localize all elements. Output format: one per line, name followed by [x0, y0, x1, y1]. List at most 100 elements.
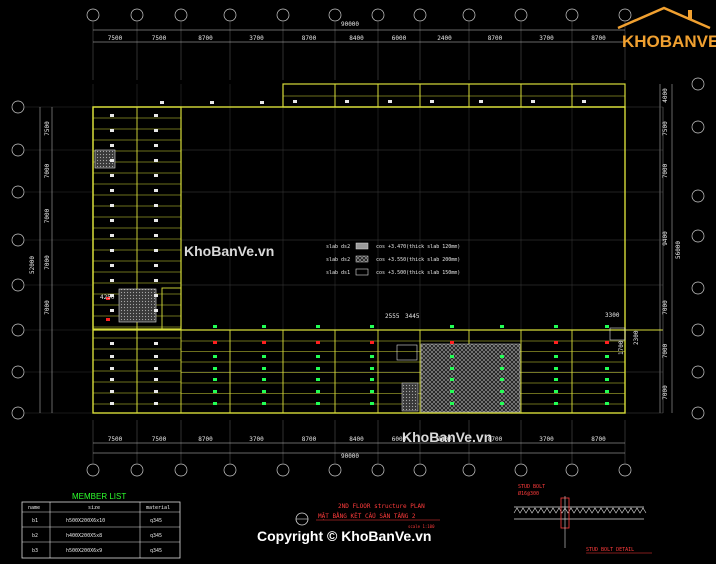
green-tag — [450, 402, 454, 405]
tag — [110, 378, 114, 381]
top-span-text: 8700 — [488, 35, 503, 42]
row3-material: q345 — [150, 548, 162, 554]
bottom-span-text: 7500 — [152, 436, 167, 443]
top-span-text: 7500 — [108, 35, 123, 42]
green-tag — [605, 378, 609, 381]
left-span-text: 7000 — [44, 255, 51, 270]
green-tag — [262, 325, 266, 328]
green-tag — [500, 355, 504, 358]
top-span-text: 6000 — [392, 35, 407, 42]
green-tag — [605, 402, 609, 405]
top-left-tag — [210, 101, 214, 104]
left-tag — [110, 174, 114, 177]
left-span-text: 7000 — [44, 163, 51, 178]
left-tag — [110, 249, 114, 252]
left-tag — [110, 309, 114, 312]
left-tag — [154, 309, 158, 312]
red-tag — [213, 341, 217, 344]
watermark-top: KhoBanVe.vn — [184, 243, 274, 259]
legend-text-1: cos +3.470(thick slab 120mm) — [376, 244, 460, 250]
left-tag — [110, 204, 114, 207]
slab-patch-3 — [401, 382, 419, 412]
top-span-text: 8400 — [349, 35, 364, 42]
green-tag — [370, 367, 374, 370]
red-tag — [605, 341, 609, 344]
top-span-text: 3700 — [539, 35, 554, 42]
top-total-dimension: 90000 — [341, 21, 359, 28]
left-tag — [110, 219, 114, 222]
red-tag — [106, 318, 110, 321]
green-tag — [262, 390, 266, 393]
green-tag — [605, 390, 609, 393]
green-tag — [450, 390, 454, 393]
tag — [154, 355, 158, 358]
top-tag — [531, 100, 535, 103]
green-tag — [316, 355, 320, 358]
top-span-text: 8700 — [302, 35, 317, 42]
slab-patch-2 — [118, 288, 157, 323]
bottom-span-text: 8700 — [591, 436, 606, 443]
top-left-tag — [260, 101, 264, 104]
member-list-title: MEMBER LIST — [72, 492, 126, 501]
left-tag — [154, 129, 158, 132]
green-tag — [213, 378, 217, 381]
green-tag — [450, 325, 454, 328]
legend-label-2: slab ds2 — [326, 257, 350, 263]
red-tag — [262, 341, 266, 344]
title-line-2: MẶT BẰNG KẾT CẤU SÀN TẦNG 2 — [318, 512, 416, 520]
slab-legend: slab ds2 cos +3.470(thick slab 120mm) sl… — [326, 242, 460, 276]
tag — [110, 390, 114, 393]
left-tag — [110, 159, 114, 162]
green-tag — [554, 402, 558, 405]
right-span-text: 7000 — [662, 343, 669, 358]
legend-swatch-1 — [355, 242, 369, 250]
row1-material: q345 — [150, 518, 162, 524]
green-tag — [370, 325, 374, 328]
green-tag — [262, 367, 266, 370]
green-tag — [213, 325, 217, 328]
note-2300: 2300 — [633, 330, 640, 345]
left-tag — [154, 144, 158, 147]
slab-patch-hatched — [420, 343, 521, 413]
left-span-text: 7500 — [44, 121, 51, 136]
green-tag — [262, 402, 266, 405]
left-tag — [110, 279, 114, 282]
green-tag — [554, 367, 558, 370]
left-span-text: 7000 — [44, 208, 51, 223]
left-tag — [154, 249, 158, 252]
right-span-text: 4000 — [662, 88, 669, 103]
left-tag — [110, 234, 114, 237]
left-tag — [110, 264, 114, 267]
green-tag — [450, 355, 454, 358]
green-tag — [500, 378, 504, 381]
green-tag — [316, 325, 320, 328]
stud-bolt-spec: Ø16@300 — [518, 490, 539, 497]
row1-name: b1 — [32, 518, 38, 524]
green-tag — [370, 378, 374, 381]
row1-size: h500X200X6x10 — [66, 518, 105, 524]
bottom-span-text: 3700 — [249, 436, 264, 443]
top-span-text: 3700 — [249, 35, 264, 42]
green-tag — [554, 390, 558, 393]
left-tag — [110, 144, 114, 147]
tag — [110, 355, 114, 358]
note-2555: 2555 — [385, 313, 400, 320]
tag — [154, 390, 158, 393]
tag — [110, 342, 114, 345]
green-tag — [370, 355, 374, 358]
left-tag — [154, 294, 158, 297]
bottom-span-text: 7500 — [108, 436, 123, 443]
top-left-tag — [160, 101, 164, 104]
green-tag — [605, 355, 609, 358]
note-3300: 3300 — [605, 312, 620, 319]
right-span-text: 7000 — [662, 163, 669, 178]
title-line-1: 2ND FLOOR structure PLAN — [338, 503, 425, 510]
left-tag — [154, 234, 158, 237]
bottom-span-text: 8400 — [349, 436, 364, 443]
tag — [154, 402, 158, 405]
green-tag — [500, 325, 504, 328]
tag — [110, 367, 114, 370]
legend-text-3: cos +3.500(thick slab 150mm) — [376, 270, 460, 276]
row2-material: q345 — [150, 533, 162, 539]
green-tag — [213, 402, 217, 405]
